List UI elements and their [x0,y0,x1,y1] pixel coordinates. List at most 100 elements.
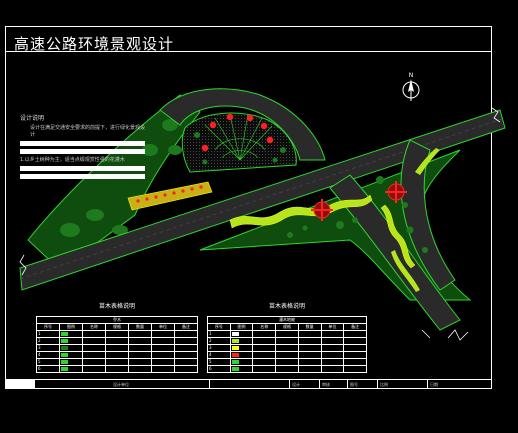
table-cell [343,344,367,352]
shrub-table-subheader: 灌木地被 [207,316,367,324]
table-cell: 1 [36,330,60,338]
legend-swatch [61,339,68,343]
design-notes-line-2: 1.以乡土树种为主，适当点缀观赏性强的花灌木 [20,157,125,163]
legend-swatch [61,346,68,350]
table-cell [320,358,345,366]
table-cell [320,344,345,352]
table-row: 1 [36,330,198,338]
table-row: 2 [207,337,367,345]
title-block: 设计单位 设计 审核 图号 比例 日期 [5,379,492,389]
table-cell [151,337,175,345]
table-cell: 1 [207,330,231,338]
table-cell [320,351,345,359]
table-cell [128,351,152,359]
table-cell [297,365,322,373]
table-cell [297,351,322,359]
design-notes-line-1: 设计在满足交通安全要求的前提下，进行绿化景观设计 [30,125,146,138]
table-cell [59,365,83,373]
table-cell [252,365,277,373]
legend-swatch [61,367,68,371]
table-cell: 2 [207,337,231,345]
table-cell [128,365,152,373]
title-block-cell [5,380,35,389]
table-cell [174,330,198,338]
table-cell [82,337,106,345]
table-cell [128,337,152,345]
break-line-bottom [447,329,469,341]
table-cell [252,337,277,345]
table-cell [82,351,106,359]
table-cell [229,351,254,359]
tree-schedule: 苗木表格说明 乔木 序号 图例 名称 规格 数量 单位 备注 123456 [36,303,198,373]
legend-swatch [231,339,239,343]
table-cell [320,365,345,373]
redacted-text-bar [20,149,145,154]
table-cell [252,358,277,366]
break-line-ramp [421,329,431,339]
table-cell [105,337,129,345]
title-block-cell [210,380,290,389]
table-cell [174,351,198,359]
table-cell [275,337,299,345]
table-cell: 5 [207,358,231,366]
north-letter: N [409,72,414,79]
table-cell: 4 [36,351,60,359]
table-cell [320,337,345,345]
table-cell [229,365,254,373]
table-cell [105,330,129,338]
table-cell [174,337,198,345]
table-cell [59,330,83,338]
table-cell [59,358,83,366]
table-cell [343,330,367,338]
table-row: 6 [207,365,367,373]
north-arrow-icon: N [402,72,420,101]
legend-swatch [61,332,68,336]
table-cell [252,351,277,359]
table-cell [275,365,299,373]
table-cell [151,330,175,338]
table-cell: 4 [207,351,231,359]
title-block-cell: 设计单位 [35,380,210,389]
table-cell [297,330,322,338]
design-notes-heading: 设计说明 [20,115,45,122]
table-cell [105,351,129,359]
redacted-text-bar [20,174,145,179]
title-block-cell: 日期 [430,382,438,387]
table-cell [297,337,322,345]
table-cell [151,358,175,366]
table-row: 4 [207,351,367,359]
shrub-schedule: 苗木表格说明 灌木地被 序号 图例 名称 规格 数量 单位 备注 123456 [207,303,367,373]
title-block-cell: 比例 [378,380,428,389]
table-row: 4 [36,351,198,359]
table-cell [174,344,198,352]
table-cell: 3 [36,344,60,352]
table-row: 2 [36,337,198,345]
table-cell [128,330,152,338]
legend-swatch [231,367,239,371]
legend-swatch [231,332,239,336]
table-cell [128,344,152,352]
table-cell [151,351,175,359]
table-cell [105,344,129,352]
shrub-table-title: 苗木表格说明 [268,303,305,310]
shrub-table: 灌木地被 序号 图例 名称 规格 数量 单位 备注 123456 [207,316,367,373]
table-cell [59,337,83,345]
table-cell [252,344,277,352]
table-cell [275,351,299,359]
table-cell [151,344,175,352]
table-cell [59,351,83,359]
tree-table: 乔木 序号 图例 名称 规格 数量 单位 备注 123456 [36,316,198,373]
redacted-text-bar [20,141,145,146]
table-cell [275,330,299,338]
table-cell [229,344,254,352]
table-cell: 5 [36,358,60,366]
table-cell [105,358,129,366]
table-cell [343,358,367,366]
legend-swatch [231,346,239,350]
legend-swatch [231,360,239,364]
table-cell [229,358,254,366]
table-cell [343,351,367,359]
table-cell [343,337,367,345]
table-row: 3 [36,344,198,352]
table-cell [105,365,129,373]
